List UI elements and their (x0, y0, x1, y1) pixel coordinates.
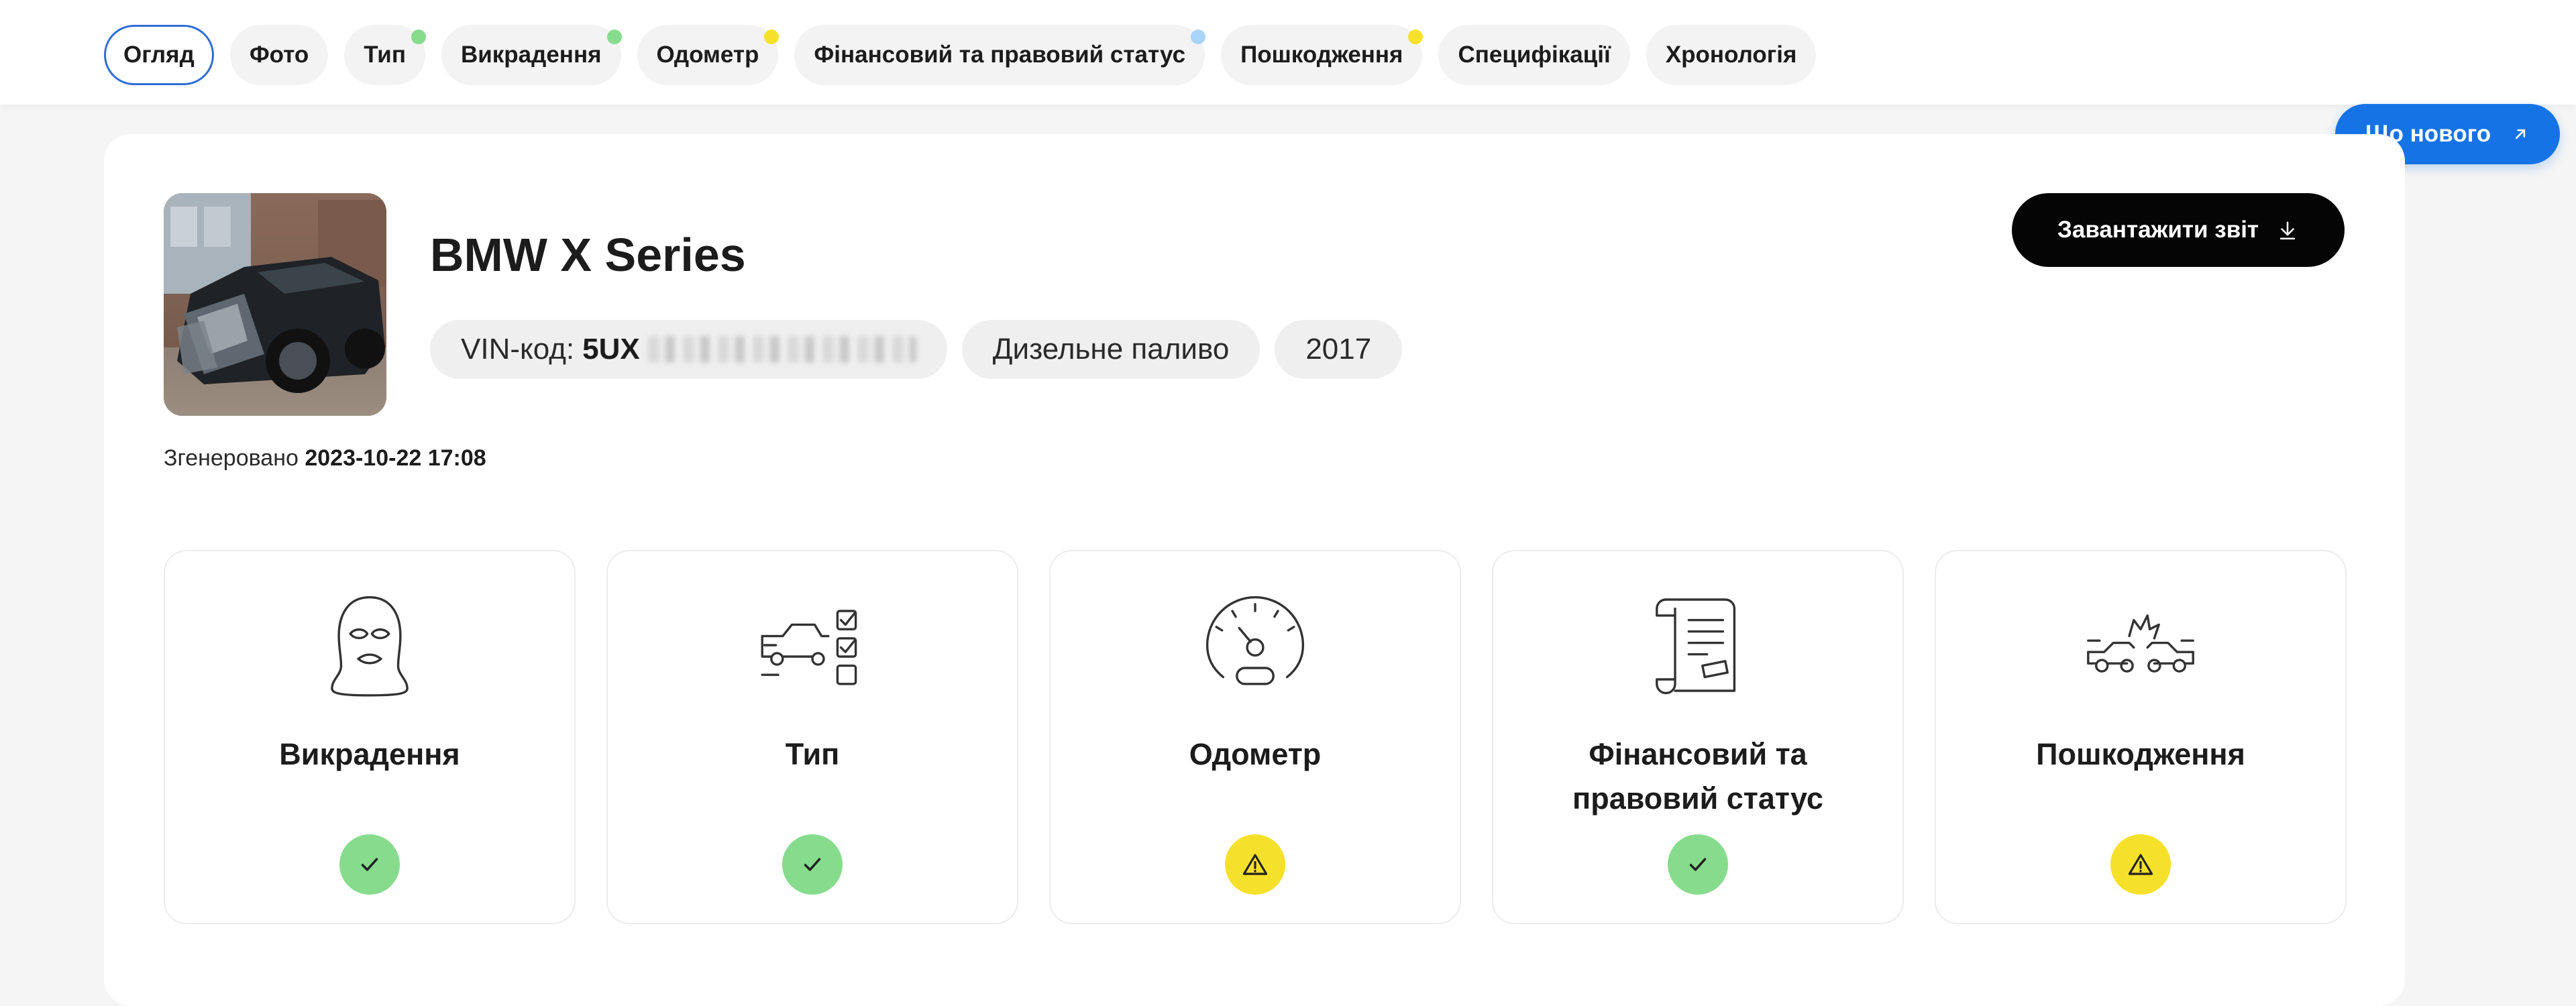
status-card-label: Пошкодження (2036, 737, 2245, 771)
status-card-label: Одометр (1189, 737, 1322, 771)
status-card-2[interactable]: Одометр (1049, 550, 1461, 924)
tab-2[interactable]: Тип (344, 25, 426, 85)
warning-icon (2128, 854, 2153, 875)
tab-label: Огляд (123, 42, 195, 68)
check-icon (804, 858, 821, 871)
car-crash-icon (2084, 588, 2198, 702)
tab-status-dot (1191, 30, 1206, 44)
status-warning-badge (1225, 834, 1285, 895)
generated-timestamp: Згенеровано 2023-10-22 17:08 (164, 445, 486, 471)
tab-8[interactable]: Хронологія (1646, 25, 1817, 85)
vin-value: 5UX (582, 333, 640, 366)
section-tabs-bar: Огляд Фото Тип Викрадення Одометр Фінансовий … (0, 0, 2576, 105)
status-card-0[interactable]: Викрадення (164, 550, 576, 924)
tab-status-dot (606, 30, 622, 44)
tab-1[interactable]: Фото (229, 25, 329, 85)
tab-0[interactable]: Огляд (104, 25, 214, 85)
status-card-3[interactable]: Фінансовий та правовий статус (1492, 550, 1904, 924)
tab-label: Тип (364, 42, 406, 68)
status-cards: Викрадення Тип Одометр Фінансовий та пра… (164, 550, 2347, 924)
tab-status-dot (764, 30, 780, 44)
download-icon (2279, 221, 2296, 240)
document-scroll-icon (1641, 588, 1755, 702)
tabs-list: Огляд Фото Тип Викрадення Одометр Фінансовий … (104, 25, 1817, 85)
vin-label: VIN-код: (461, 333, 575, 366)
status-card-label: Тип (785, 737, 840, 771)
status-card-label: Викрадення (279, 737, 460, 771)
check-icon (361, 858, 378, 871)
year-chip: 2017 (1275, 320, 1403, 379)
status-warning-badge (2110, 834, 2171, 895)
download-label: Завантажити звіт (2057, 217, 2259, 243)
download-report-button[interactable]: Завантажити звіт (2012, 193, 2345, 267)
vehicle-photo[interactable] (164, 193, 386, 416)
tab-label: Фото (249, 42, 309, 68)
year-label: 2017 (1305, 333, 1372, 366)
tab-label: Пошкодження (1240, 42, 1403, 68)
tab-label: Викрадення (460, 42, 602, 68)
tab-label: Хронологія (1665, 42, 1797, 68)
balaclava-icon (313, 588, 427, 702)
tab-status-dot (411, 30, 426, 44)
status-card-4[interactable]: Пошкодження (1935, 550, 2347, 924)
check-icon (1689, 858, 1707, 871)
tab-status-dot (1408, 30, 1424, 44)
tab-5[interactable]: Фінансовий та правовий статус (794, 25, 1206, 85)
vehicle-chips: VIN-код: 5UX Дизельне паливо 2017 (430, 320, 1403, 379)
report-card: BMW X Series VIN-код: 5UX Дизельне палив… (104, 134, 2405, 1006)
tab-label: Одометр (656, 42, 759, 68)
status-ok-badge (339, 834, 400, 895)
tab-label: Фінансовий та правовий статус (814, 42, 1186, 68)
arrow-up-right-icon (2515, 129, 2526, 139)
generated-label: Згенеровано (164, 445, 299, 471)
fuel-label: Дизельне паливо (992, 333, 1230, 366)
car-checklist-icon (755, 588, 869, 702)
tab-label: Специфікації (1458, 42, 1611, 68)
damaged-car-image (164, 193, 386, 416)
vehicle-title: BMW X Series (430, 229, 746, 281)
fuel-chip: Дизельне паливо (961, 320, 1260, 379)
warning-icon (1242, 854, 1268, 875)
vin-redacted (647, 336, 916, 363)
odometer-icon (1198, 588, 1312, 702)
tab-3[interactable]: Викрадення (441, 25, 622, 85)
tab-6[interactable]: Пошкодження (1221, 25, 1424, 85)
tab-7[interactable]: Специфікації (1438, 25, 1630, 85)
generated-value: 2023-10-22 17:08 (305, 445, 486, 471)
status-card-label: Фінансовий та правовий статус (1572, 737, 1823, 816)
status-ok-badge (1668, 834, 1728, 895)
status-ok-badge (782, 834, 843, 895)
vin-chip: VIN-код: 5UX (430, 320, 947, 379)
status-card-1[interactable]: Тип (606, 550, 1018, 924)
tab-4[interactable]: Одометр (637, 25, 780, 85)
